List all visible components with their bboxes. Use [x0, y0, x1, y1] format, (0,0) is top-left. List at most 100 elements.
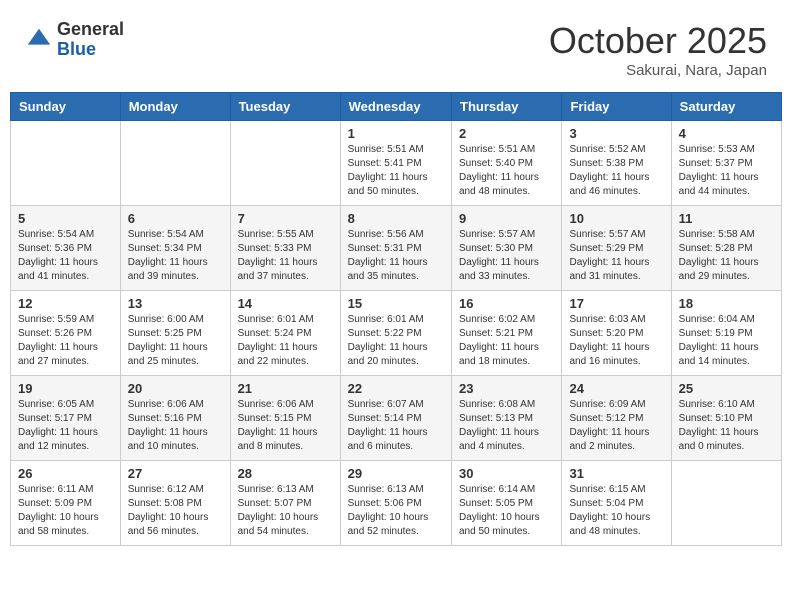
day-number: 11	[679, 211, 774, 226]
day-number: 13	[128, 296, 223, 311]
calendar-week-row: 5Sunrise: 5:54 AM Sunset: 5:36 PM Daylig…	[11, 206, 782, 291]
calendar-cell: 15 Sunrise: 6:01 AM Sunset: 5:22 PM Dayli…	[340, 291, 451, 376]
calendar-cell: 20 Sunrise: 6:06 AM Sunset: 5:16 PM Dayli…	[120, 376, 230, 461]
calendar-cell: 28 Sunrise: 6:13 AM Sunset: 5:07 PM Dayli…	[230, 461, 340, 546]
day-number: 17	[569, 296, 663, 311]
month-title: October 2025	[549, 20, 767, 62]
day-info: Sunrise: 5:56 AM Sunset: 5:31 PM Dayligh…	[348, 228, 444, 284]
calendar-cell: 7 Sunrise: 5:55 AM Sunset: 5:33 PM Daylig…	[230, 206, 340, 291]
day-number: 7	[238, 211, 333, 226]
calendar-cell: 24Sunrise: 6:09 AM Sunset: 5:12 PM Dayli…	[562, 376, 671, 461]
calendar-cell: 3 Sunrise: 5:52 AM Sunset: 5:38 PM Daylig…	[562, 121, 671, 206]
day-number: 28	[238, 466, 333, 481]
day-info: Sunrise: 6:01 AM Sunset: 5:24 PM Dayligh…	[238, 313, 333, 369]
calendar-cell: 27Sunrise: 6:12 AM Sunset: 5:08 PM Dayli…	[120, 461, 230, 546]
day-number: 20	[128, 381, 223, 396]
day-number: 27	[128, 466, 223, 481]
calendar-cell: 14 Sunrise: 6:01 AM Sunset: 5:24 PM Dayli…	[230, 291, 340, 376]
day-number: 9	[459, 211, 554, 226]
day-info: Sunrise: 6:05 AM Sunset: 5:17 PM Dayligh…	[18, 398, 113, 454]
day-number: 4	[679, 126, 774, 141]
day-info: Sunrise: 5:54 AM Sunset: 5:34 PM Dayligh…	[128, 228, 223, 284]
column-header-saturday: Saturday	[671, 93, 781, 121]
day-number: 18	[679, 296, 774, 311]
day-number: 6	[128, 211, 223, 226]
column-header-thursday: Thursday	[452, 93, 562, 121]
day-info: Sunrise: 6:07 AM Sunset: 5:14 PM Dayligh…	[348, 398, 444, 454]
day-info: Sunrise: 5:58 AM Sunset: 5:28 PM Dayligh…	[679, 228, 774, 284]
day-info: Sunrise: 6:10 AM Sunset: 5:10 PM Dayligh…	[679, 398, 774, 454]
day-info: Sunrise: 5:57 AM Sunset: 5:29 PM Dayligh…	[569, 228, 663, 284]
day-number: 5	[18, 211, 113, 226]
day-number: 31	[569, 466, 663, 481]
calendar-cell: 4 Sunrise: 5:53 AM Sunset: 5:37 PM Daylig…	[671, 121, 781, 206]
calendar-cell	[230, 121, 340, 206]
day-info: Sunrise: 5:55 AM Sunset: 5:33 PM Dayligh…	[238, 228, 333, 284]
day-info: Sunrise: 6:15 AM Sunset: 5:04 PM Dayligh…	[569, 483, 663, 539]
column-header-tuesday: Tuesday	[230, 93, 340, 121]
calendar-cell: 26 Sunrise: 6:11 AM Sunset: 5:09 PM Dayli…	[11, 461, 121, 546]
day-info: Sunrise: 6:06 AM Sunset: 5:15 PM Dayligh…	[238, 398, 333, 454]
calendar-cell: 21 Sunrise: 6:06 AM Sunset: 5:15 PM Dayli…	[230, 376, 340, 461]
location-subtitle: Sakurai, Nara, Japan	[549, 62, 767, 79]
day-info: Sunrise: 6:08 AM Sunset: 5:13 PM Dayligh…	[459, 398, 554, 454]
column-header-monday: Monday	[120, 93, 230, 121]
logo-general-text: General	[57, 20, 124, 40]
logo: General Blue	[25, 20, 124, 60]
calendar-week-row: 12Sunrise: 5:59 AM Sunset: 5:26 PM Dayli…	[11, 291, 782, 376]
day-info: Sunrise: 5:51 AM Sunset: 5:40 PM Dayligh…	[459, 143, 554, 199]
day-number: 3	[569, 126, 663, 141]
day-info: Sunrise: 5:51 AM Sunset: 5:41 PM Dayligh…	[348, 143, 444, 199]
day-number: 22	[348, 381, 444, 396]
calendar-cell: 16 Sunrise: 6:02 AM Sunset: 5:21 PM Dayli…	[452, 291, 562, 376]
page-header: General Blue October 2025 Sakurai, Nara,…	[10, 10, 782, 84]
calendar-cell: 17 Sunrise: 6:03 AM Sunset: 5:20 PM Dayli…	[562, 291, 671, 376]
calendar-header-row: SundayMondayTuesdayWednesdayThursdayFrid…	[11, 93, 782, 121]
calendar-cell: 25 Sunrise: 6:10 AM Sunset: 5:10 PM Dayli…	[671, 376, 781, 461]
column-header-friday: Friday	[562, 93, 671, 121]
day-info: Sunrise: 6:13 AM Sunset: 5:07 PM Dayligh…	[238, 483, 333, 539]
day-info: Sunrise: 5:53 AM Sunset: 5:37 PM Dayligh…	[679, 143, 774, 199]
calendar-cell: 9 Sunrise: 5:57 AM Sunset: 5:30 PM Daylig…	[452, 206, 562, 291]
calendar-week-row: 26 Sunrise: 6:11 AM Sunset: 5:09 PM Dayli…	[11, 461, 782, 546]
calendar-week-row: 1Sunrise: 5:51 AM Sunset: 5:41 PM Daylig…	[11, 121, 782, 206]
column-header-sunday: Sunday	[11, 93, 121, 121]
day-number: 30	[459, 466, 554, 481]
day-number: 16	[459, 296, 554, 311]
title-block: October 2025 Sakurai, Nara, Japan	[549, 20, 767, 79]
calendar-cell: 19 Sunrise: 6:05 AM Sunset: 5:17 PM Dayli…	[11, 376, 121, 461]
calendar-cell: 5Sunrise: 5:54 AM Sunset: 5:36 PM Daylig…	[11, 206, 121, 291]
day-info: Sunrise: 5:57 AM Sunset: 5:30 PM Dayligh…	[459, 228, 554, 284]
day-number: 26	[18, 466, 113, 481]
day-number: 2	[459, 126, 554, 141]
calendar-cell: 11 Sunrise: 5:58 AM Sunset: 5:28 PM Dayli…	[671, 206, 781, 291]
day-number: 24	[569, 381, 663, 396]
calendar-cell: 22 Sunrise: 6:07 AM Sunset: 5:14 PM Dayli…	[340, 376, 451, 461]
calendar-cell: 12Sunrise: 5:59 AM Sunset: 5:26 PM Dayli…	[11, 291, 121, 376]
logo-icon	[25, 26, 53, 54]
calendar-cell	[671, 461, 781, 546]
day-number: 14	[238, 296, 333, 311]
day-info: Sunrise: 6:03 AM Sunset: 5:20 PM Dayligh…	[569, 313, 663, 369]
calendar-cell: 31 Sunrise: 6:15 AM Sunset: 5:04 PM Dayli…	[562, 461, 671, 546]
day-info: Sunrise: 6:06 AM Sunset: 5:16 PM Dayligh…	[128, 398, 223, 454]
calendar-cell: 2 Sunrise: 5:51 AM Sunset: 5:40 PM Daylig…	[452, 121, 562, 206]
day-number: 8	[348, 211, 444, 226]
day-info: Sunrise: 5:52 AM Sunset: 5:38 PM Dayligh…	[569, 143, 663, 199]
day-number: 19	[18, 381, 113, 396]
calendar-cell	[11, 121, 121, 206]
day-info: Sunrise: 6:02 AM Sunset: 5:21 PM Dayligh…	[459, 313, 554, 369]
calendar-cell: 30Sunrise: 6:14 AM Sunset: 5:05 PM Dayli…	[452, 461, 562, 546]
day-number: 21	[238, 381, 333, 396]
calendar-cell: 18Sunrise: 6:04 AM Sunset: 5:19 PM Dayli…	[671, 291, 781, 376]
day-number: 10	[569, 211, 663, 226]
day-info: Sunrise: 6:01 AM Sunset: 5:22 PM Dayligh…	[348, 313, 444, 369]
calendar-cell	[120, 121, 230, 206]
day-number: 25	[679, 381, 774, 396]
calendar-cell: 23Sunrise: 6:08 AM Sunset: 5:13 PM Dayli…	[452, 376, 562, 461]
day-info: Sunrise: 6:13 AM Sunset: 5:06 PM Dayligh…	[348, 483, 444, 539]
calendar-week-row: 19 Sunrise: 6:05 AM Sunset: 5:17 PM Dayli…	[11, 376, 782, 461]
calendar-cell: 13Sunrise: 6:00 AM Sunset: 5:25 PM Dayli…	[120, 291, 230, 376]
day-info: Sunrise: 6:11 AM Sunset: 5:09 PM Dayligh…	[18, 483, 113, 539]
day-number: 15	[348, 296, 444, 311]
